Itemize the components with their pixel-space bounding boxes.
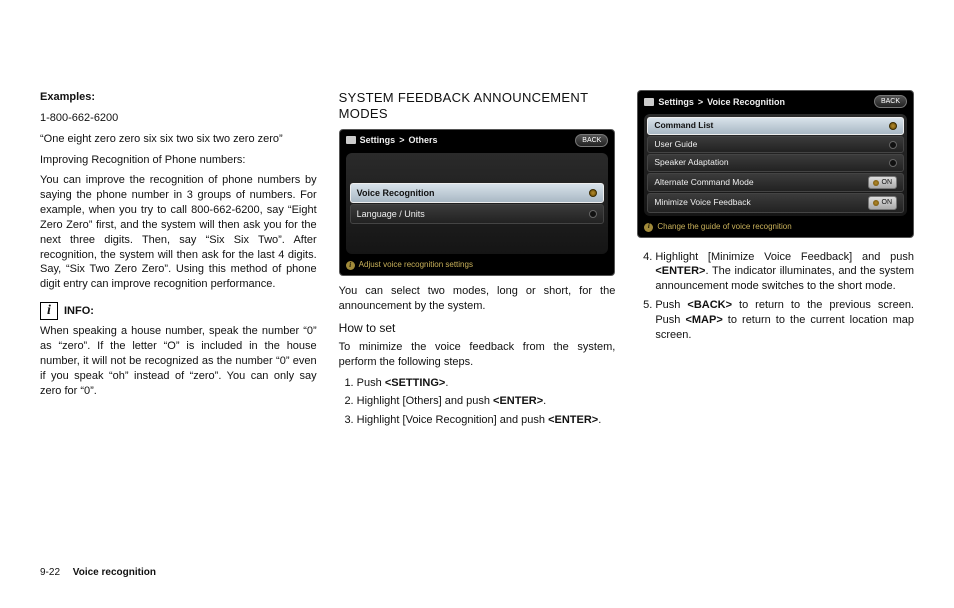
row-speaker-adaptation[interactable]: Speaker Adaptation — [647, 154, 904, 171]
step-5: Push <BACK> to return to the previous sc… — [655, 298, 914, 343]
example-phone-number: 1-800-662-6200 — [40, 111, 317, 126]
step-3: Highlight [Voice Recognition] and push <… — [357, 413, 616, 428]
section-heading: SYSTEM FEEDBACK ANNOUNCEMENT MODES — [339, 90, 616, 123]
screenshot-header: Settings > Voice Recognition BACK — [644, 95, 907, 108]
on-toggle[interactable]: ON — [868, 176, 898, 189]
hint-text: Change the guide of voice recognition — [657, 222, 791, 233]
page-number: 9-22 — [40, 567, 60, 578]
breadcrumb-leaf: Voice Recognition — [707, 96, 785, 108]
row-user-guide[interactable]: User Guide — [647, 136, 904, 153]
book-icon — [346, 136, 356, 144]
columns: Examples: 1-800-662-6200 “One eight zero… — [40, 90, 914, 432]
on-toggle[interactable]: ON — [868, 196, 898, 209]
screenshot-panel: Command List User Guide Speaker Adaptati… — [644, 114, 907, 215]
row-label: Minimize Voice Feedback — [654, 197, 750, 208]
row-command-list[interactable]: Command List — [647, 117, 904, 134]
toggle-dot-icon — [873, 180, 879, 186]
row-alternate-command-mode[interactable]: Alternate Command Mode ON — [647, 173, 904, 192]
examples-heading: Examples: — [40, 90, 317, 105]
row-indicator-icon — [589, 210, 597, 218]
breadcrumb-root: Settings — [658, 96, 694, 108]
row-label: Language / Units — [357, 208, 425, 220]
step-4: Highlight [Minimize Voice Feedback] and … — [655, 250, 914, 295]
manual-page: Examples: 1-800-662-6200 “One eight zero… — [0, 0, 954, 608]
row-indicator-icon — [889, 141, 897, 149]
back-button[interactable]: BACK — [575, 134, 608, 147]
improving-body: You can improve the recognition of phone… — [40, 173, 317, 292]
improving-title: Improving Recognition of Phone numbers: — [40, 153, 317, 168]
row-label: Voice Recognition — [357, 187, 435, 199]
row-indicator-icon — [889, 122, 897, 130]
screenshot-panel: Voice Recognition Language / Units — [346, 153, 609, 254]
breadcrumb-leaf: Others — [408, 134, 437, 146]
row-label: Alternate Command Mode — [654, 177, 753, 188]
hint-info-icon: i — [346, 261, 355, 270]
row-label: Command List — [654, 120, 713, 131]
hint-info-icon: i — [644, 223, 653, 232]
breadcrumb-sep: > — [698, 96, 703, 108]
step-1: Push <SETTING>. — [357, 376, 616, 391]
page-footer: 9-22 Voice recognition — [40, 567, 156, 578]
step-2: Highlight [Others] and push <ENTER>. — [357, 394, 616, 409]
column-1: Examples: 1-800-662-6200 “One eight zero… — [40, 90, 317, 432]
screenshot-voice-recognition: Settings > Voice Recognition BACK Comman… — [637, 90, 914, 238]
row-indicator-icon — [889, 159, 897, 167]
steps-list-a: Push <SETTING>. Highlight [Others] and p… — [339, 376, 616, 429]
modes-description: You can select two modes, long or short,… — [339, 284, 616, 314]
screenshot-breadcrumb: Settings > Voice Recognition — [644, 96, 785, 108]
how-to-set-heading: How to set — [339, 320, 616, 336]
row-indicator-icon — [589, 189, 597, 197]
book-icon — [644, 98, 654, 106]
back-button[interactable]: BACK — [874, 95, 907, 108]
hint-text: Adjust voice recognition settings — [359, 260, 473, 271]
row-label: User Guide — [654, 139, 697, 150]
info-callout: i INFO: — [40, 302, 317, 320]
row-label: Speaker Adaptation — [654, 157, 728, 168]
row-minimize-voice-feedback[interactable]: Minimize Voice Feedback ON — [647, 193, 904, 212]
column-2: SYSTEM FEEDBACK ANNOUNCEMENT MODES Setti… — [339, 90, 616, 432]
info-body: When speaking a house number, speak the … — [40, 324, 317, 398]
breadcrumb-root: Settings — [360, 134, 396, 146]
screenshot-hint: i Adjust voice recognition settings — [346, 260, 609, 271]
example-phone-spoken: “One eight zero zero six six two six two… — [40, 132, 317, 147]
how-to-set-intro: To minimize the voice feedback from the … — [339, 340, 616, 370]
info-icon: i — [40, 302, 58, 320]
steps-list-b: Highlight [Minimize Voice Feedback] and … — [637, 250, 914, 343]
info-label: INFO: — [64, 304, 94, 319]
breadcrumb-sep: > — [399, 134, 404, 146]
section-title: Voice recognition — [73, 567, 156, 578]
row-language-units[interactable]: Language / Units — [350, 204, 605, 224]
screenshot-header: Settings > Others BACK — [346, 134, 609, 147]
screenshot-hint: i Change the guide of voice recognition — [644, 222, 907, 233]
row-voice-recognition[interactable]: Voice Recognition — [350, 183, 605, 203]
toggle-dot-icon — [873, 200, 879, 206]
screenshot-breadcrumb: Settings > Others — [346, 134, 438, 146]
screenshot-settings-others: Settings > Others BACK Voice Recognition… — [339, 129, 616, 277]
column-3: Settings > Voice Recognition BACK Comman… — [637, 90, 914, 432]
